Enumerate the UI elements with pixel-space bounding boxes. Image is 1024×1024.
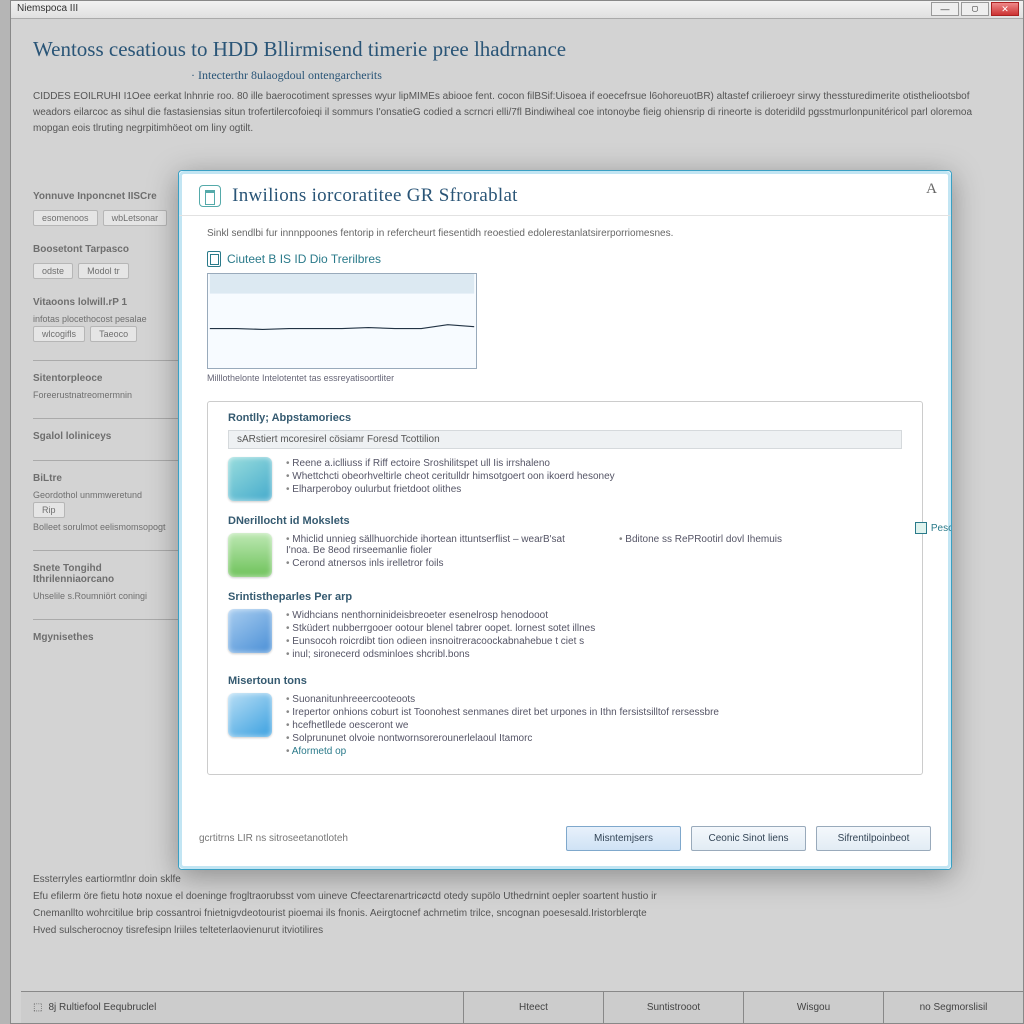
list-item: hcefhetllede oesceront we xyxy=(286,719,719,732)
sidebar-text: Uhselile s.Roumniört coningi xyxy=(33,591,178,601)
line-chart xyxy=(208,274,476,368)
list-item: Reene a.iclliuss if Riff ectoire Sroshil… xyxy=(286,457,615,470)
sidebar: Yonnuve Inponcnet IISCre esomenoos wbLet… xyxy=(33,191,178,661)
list-item: Widhcians nenthorninideisbreoeter esenel… xyxy=(286,609,595,622)
pill-label: Pescioud xyxy=(931,523,951,534)
maximize-button[interactable]: ▢ xyxy=(961,2,989,16)
sidebar-text: Foreerustnatreomermnin xyxy=(33,390,178,400)
bottom-line: Efu efilerm öre fietu hotø noxue el doen… xyxy=(33,888,1001,905)
footer-button[interactable]: Hteect xyxy=(463,992,603,1023)
globe-icon xyxy=(228,457,272,501)
section-3: Srintistheparles Per arp Widhcians nenth… xyxy=(208,581,922,665)
page-intro-paragraph: CIDDES EOILRUHI I1Oee eerkat lnhnrie roo… xyxy=(11,89,1023,149)
chart-preview xyxy=(207,273,477,369)
sidebar-text: infotas plocethocost pesalae xyxy=(33,314,178,324)
list-item: Suonanitunhreeercooteoots xyxy=(286,693,719,706)
dialog-intro: Sinkl sendlbi fur innnppoones fentorip i… xyxy=(207,228,923,239)
list-item: inul; sironecerd odsminloes shcribl.bons xyxy=(286,648,595,661)
list-item: Elharperoboy oulurbut frietdoot olithes xyxy=(286,483,615,496)
sidebar-button[interactable]: esomenoos xyxy=(33,210,98,226)
section-heading: DNerillocht id Mokslets xyxy=(228,515,902,527)
dialog-secondary-button[interactable]: Ceonic Sinot liens xyxy=(691,826,806,851)
sidebar-button[interactable]: wlcogifls xyxy=(33,326,85,342)
dialog-body: Sinkl sendlbi fur innnppoones fentorip i… xyxy=(179,216,951,776)
dialog-title: Inwilions iorcoratitee GR Sfrorablat xyxy=(232,185,518,206)
section-list: Bditone ss RePRootirl dovl Ihemuis xyxy=(619,533,902,577)
list-item-link[interactable]: Aformetd op xyxy=(286,745,719,758)
sidebar-button[interactable]: Modol tr xyxy=(78,263,129,279)
pill-icon xyxy=(915,522,927,534)
sidebar-button[interactable]: Taeoco xyxy=(90,326,137,342)
dialog-window: Inwilions iorcoratitee GR Sfrorablat A S… xyxy=(178,170,952,870)
bottom-paragraph: Essterryles eartiormtlnr doin sklfe Efu … xyxy=(33,871,1001,939)
section-list: Mhiclid unnieg sällhuorchide ihortean it… xyxy=(286,533,569,577)
footer-button[interactable]: no Segmorslisil xyxy=(883,992,1023,1023)
sidebar-button[interactable]: odste xyxy=(33,263,73,279)
sidebar-heading: Snete Tongihd Ithrilenniaorcano xyxy=(33,563,178,585)
section-4: Misertoun tons Suonanitunhreeercooteoots… xyxy=(208,665,922,762)
dialog-footnote: gcrtitrns LIR ns sitroseetanotloteh xyxy=(199,833,348,844)
bottom-line: Hved sulscherocnoy tisrefesipn lriiles t… xyxy=(33,922,1001,939)
section-list: Suonanitunhreeercooteoots Irepertor onhi… xyxy=(286,693,719,758)
sidebar-heading: Yonnuve Inponcnet IISCre xyxy=(33,191,178,202)
side-pill[interactable]: Pescioud xyxy=(915,522,951,534)
chart-caption: Milllothelonte Intelotentet tas essreyat… xyxy=(207,373,923,383)
sidebar-heading: Boosetont Tarpasco xyxy=(33,244,178,255)
sidebar-heading: Sitentorpleoce xyxy=(33,373,178,384)
dialog-corner-label: A xyxy=(926,181,937,198)
section-heading: Rontlly; Abpstamoriecs xyxy=(228,412,902,424)
footer-status: 8j Rultiefool Eequbruclel xyxy=(48,1002,156,1013)
options-panel: Pescioud Rontlly; Abpstamoriecs sARstier… xyxy=(207,401,923,775)
sidebar-heading: BiLtre xyxy=(33,473,178,484)
sidebar-button[interactable]: Rip xyxy=(33,502,65,518)
list-item: Bditone ss RePRootirl dovl Ihemuis xyxy=(619,533,902,546)
shield-icon xyxy=(228,533,272,577)
footer-status-icon: ⬚ xyxy=(33,1002,42,1013)
dialog-primary-button[interactable]: Misntemjsers xyxy=(566,826,681,851)
sidebar-heading: Vitaoons lolwill.rP 1 xyxy=(33,297,178,308)
sidebar-heading: Sgalol loliniceys xyxy=(33,431,178,442)
dialog-tertiary-button[interactable]: Sifrentilpoinbeot xyxy=(816,826,931,851)
list-item: Irepertor onhions coburt ist Toonohest s… xyxy=(286,706,719,719)
page-subtitle: · Intecterthr 8ulaogdoul ontengarcherits xyxy=(191,68,1023,83)
list-item: Stküdert nubberrgooer ootour blenel tabr… xyxy=(286,622,595,635)
document-icon xyxy=(207,251,221,267)
list-item: Whettchcti obeorhveltirle cheot ceritull… xyxy=(286,470,615,483)
monitor-icon xyxy=(228,609,272,653)
section-heading: Srintistheparles Per arp xyxy=(228,591,902,603)
chart-label-text: Ciuteet B IS ID Dio Trerilbres xyxy=(227,252,381,266)
minimize-button[interactable]: — xyxy=(931,2,959,16)
sidebar-button[interactable]: wbLetsonar xyxy=(103,210,168,226)
sidebar-heading: Mgynisethes xyxy=(33,632,178,643)
section-2: DNerillocht id Mokslets Mhiclid unnieg s… xyxy=(208,505,922,581)
dialog-icon xyxy=(199,185,221,207)
bottom-line: Essterryles eartiormtlnr doin sklfe xyxy=(33,871,1001,888)
section-list: Widhcians nenthorninideisbreoeter esenel… xyxy=(286,609,595,661)
footer-button[interactable]: Wisgou xyxy=(743,992,883,1023)
dialog-header: Inwilions iorcoratitee GR Sfrorablat A xyxy=(179,171,951,216)
list-item: Mhiclid unnieg sällhuorchide ihortean it… xyxy=(286,533,569,557)
window-titlebar: Niemspoca III — ▢ ✕ xyxy=(11,1,1023,19)
close-button[interactable]: ✕ xyxy=(991,2,1019,16)
bottom-line: Cnemanllto wohrcitilue brip cossantroi f… xyxy=(33,905,1001,922)
window-title: Niemspoca III xyxy=(17,3,78,14)
section-heading: Misertoun tons xyxy=(228,675,902,687)
sidebar-text: Geordothol unmmweretund xyxy=(33,490,178,500)
sidebar-text: Bolleet sorulmot eelismomsopogt xyxy=(33,522,178,532)
chart-label: Ciuteet B IS ID Dio Trerilbres xyxy=(207,251,923,267)
list-item: Cerond atnersos inls irelletror foils xyxy=(286,557,569,570)
list-item: Solprununet olvoie nontwornsorerounerlel… xyxy=(286,732,719,745)
list-item: Eunsocoh roicrdibt tion odieen insnoitre… xyxy=(286,635,595,648)
dialog-footer: gcrtitrns LIR ns sitroseetanotloteh Misn… xyxy=(179,818,951,859)
section-subbar: sARstiert mcoresirel cösiamr Foresd Tcot… xyxy=(228,430,902,449)
section-1: Rontlly; Abpstamoriecs sARstiert mcoresi… xyxy=(208,402,922,505)
footer-button[interactable]: Suntistrooot xyxy=(603,992,743,1023)
section-list: Reene a.iclliuss if Riff ectoire Sroshil… xyxy=(286,457,615,501)
drive-icon xyxy=(228,693,272,737)
footer-bar: ⬚ 8j Rultiefool Eequbruclel Hteect Suntis… xyxy=(21,991,1023,1023)
page-heading: Wentoss cesatious to HDD Bllirmisend tim… xyxy=(11,19,1023,68)
